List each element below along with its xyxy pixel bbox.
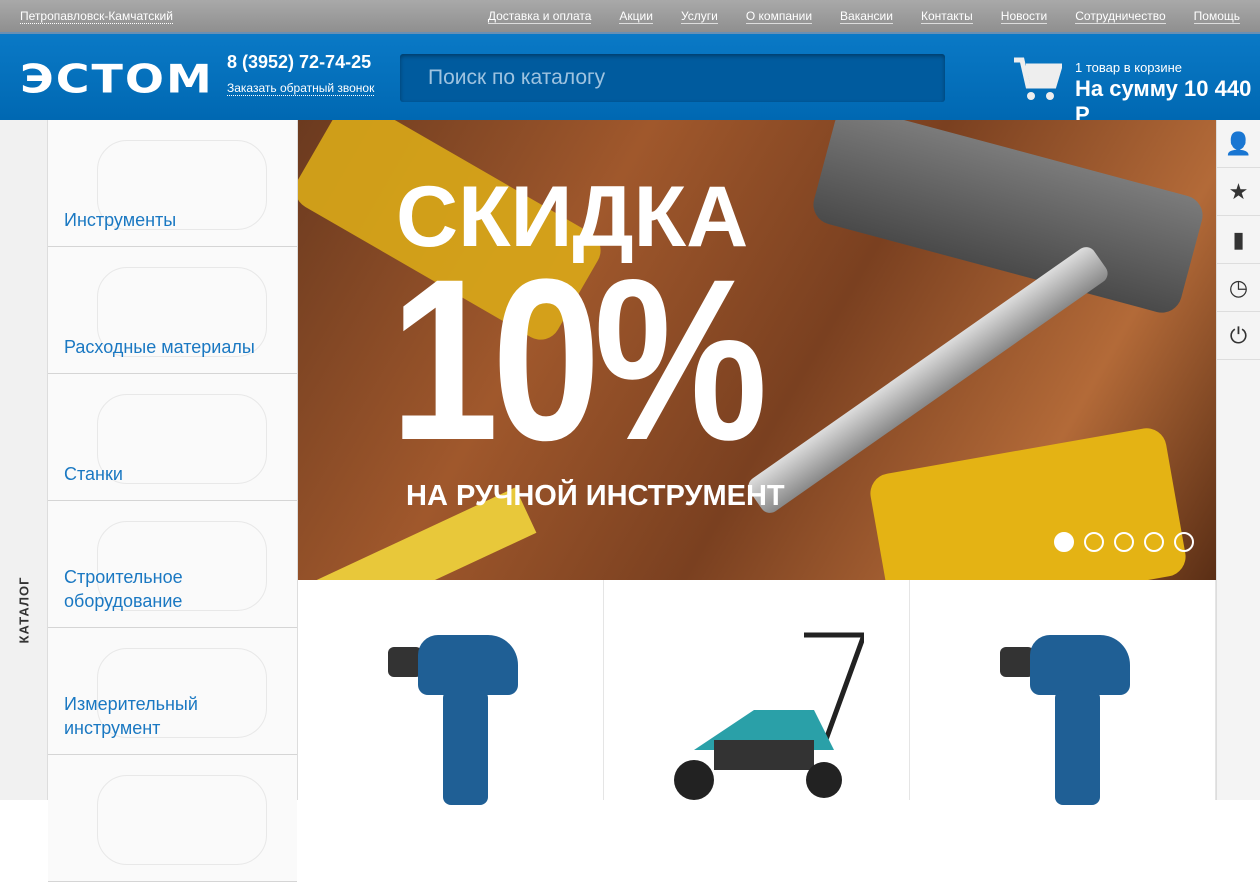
category-label: Инструменты xyxy=(64,210,177,230)
category-measuring-tools[interactable]: Измерительный инструмент xyxy=(48,628,297,755)
header: ЭСТОМ 8 (3952) 72-74-25 Заказать обратны… xyxy=(0,34,1260,127)
user-icon[interactable]: 👤 xyxy=(1217,120,1260,168)
nav-about[interactable]: О компании xyxy=(745,9,813,24)
nav-vacancies[interactable]: Вакансии xyxy=(840,9,893,24)
nav-promotions[interactable]: Акции xyxy=(619,9,653,24)
nav-contacts[interactable]: Контакты xyxy=(920,9,973,24)
logo[interactable]: ЭСТОМ xyxy=(20,56,214,102)
nav-delivery[interactable]: Доставка и оплата xyxy=(487,9,592,24)
product-card[interactable] xyxy=(910,580,1216,805)
category-consumables[interactable]: Расходные материалы xyxy=(48,247,297,374)
slide-dot-1[interactable] xyxy=(1054,532,1074,552)
drill-image xyxy=(388,635,518,805)
slider-dots xyxy=(1054,532,1194,552)
nav-cooperation[interactable]: Сотрудничество xyxy=(1075,9,1166,24)
city-selector[interactable]: Петропавловск-Камчатский xyxy=(20,9,173,24)
cart-count[interactable]: 1 товар в корзине xyxy=(1075,60,1182,75)
category-tools[interactable]: Инструменты xyxy=(48,120,297,247)
cart-icon[interactable] xyxy=(1014,56,1062,102)
top-bar: Петропавловск-Камчатский Доставка и опла… xyxy=(0,0,1260,34)
top-nav: Доставка и оплата Акции Услуги О компани… xyxy=(487,9,1240,24)
category-more[interactable] xyxy=(48,755,297,882)
category-construction-equipment[interactable]: Строительное оборудование xyxy=(48,501,297,628)
clock-icon[interactable]: ◷ xyxy=(1217,264,1260,312)
product-card[interactable] xyxy=(298,580,604,805)
star-icon[interactable]: ★ xyxy=(1217,168,1260,216)
lawn-mower-image xyxy=(674,632,864,800)
nav-news[interactable]: Новости xyxy=(1000,9,1048,24)
banner-discount: 10% xyxy=(390,231,768,488)
callback-link[interactable]: Заказать обратный звонок xyxy=(227,81,375,96)
category-label: Станки xyxy=(64,464,123,484)
chart-icon[interactable]: ▮ xyxy=(1217,216,1260,264)
slide-dot-3[interactable] xyxy=(1114,532,1134,552)
product-card[interactable] xyxy=(604,580,910,800)
nav-services[interactable]: Услуги xyxy=(680,9,718,24)
search-input[interactable] xyxy=(400,54,945,102)
category-label: Расходные материалы xyxy=(64,337,255,357)
category-machines[interactable]: Станки xyxy=(48,374,297,501)
tape-case-image xyxy=(867,425,1189,580)
drill-image xyxy=(1000,635,1130,805)
banner-subtitle: НА РУЧНОЙ ИНСТРУМЕНТ xyxy=(406,480,785,512)
hammer-image xyxy=(808,120,1208,318)
nav-help[interactable]: Помощь xyxy=(1193,9,1240,24)
power-icon[interactable]: ⏻ xyxy=(1217,312,1260,360)
slide-dot-4[interactable] xyxy=(1144,532,1164,552)
category-label: Измерительный инструмент xyxy=(64,694,198,738)
category-label: Строительное оборудование xyxy=(64,567,183,611)
phone-number: 8 (3952) 72-74-25 xyxy=(227,52,372,72)
catalog-label: КАТАЛОГ xyxy=(16,576,32,644)
category-list: Инструменты Расходные материалы Станки С… xyxy=(48,120,298,882)
catalog-tab[interactable]: КАТАЛОГ xyxy=(0,120,48,800)
product-grid xyxy=(298,580,1216,805)
slide-dot-5[interactable] xyxy=(1174,532,1194,552)
slide-dot-2[interactable] xyxy=(1084,532,1104,552)
promo-banner[interactable]: СКИДКА 10% НА РУЧНОЙ ИНСТРУМЕНТ xyxy=(298,120,1216,580)
category-sketch-icon xyxy=(97,775,267,865)
side-toolbar: 👤 ★ ▮ ◷ ⏻ xyxy=(1216,120,1260,800)
